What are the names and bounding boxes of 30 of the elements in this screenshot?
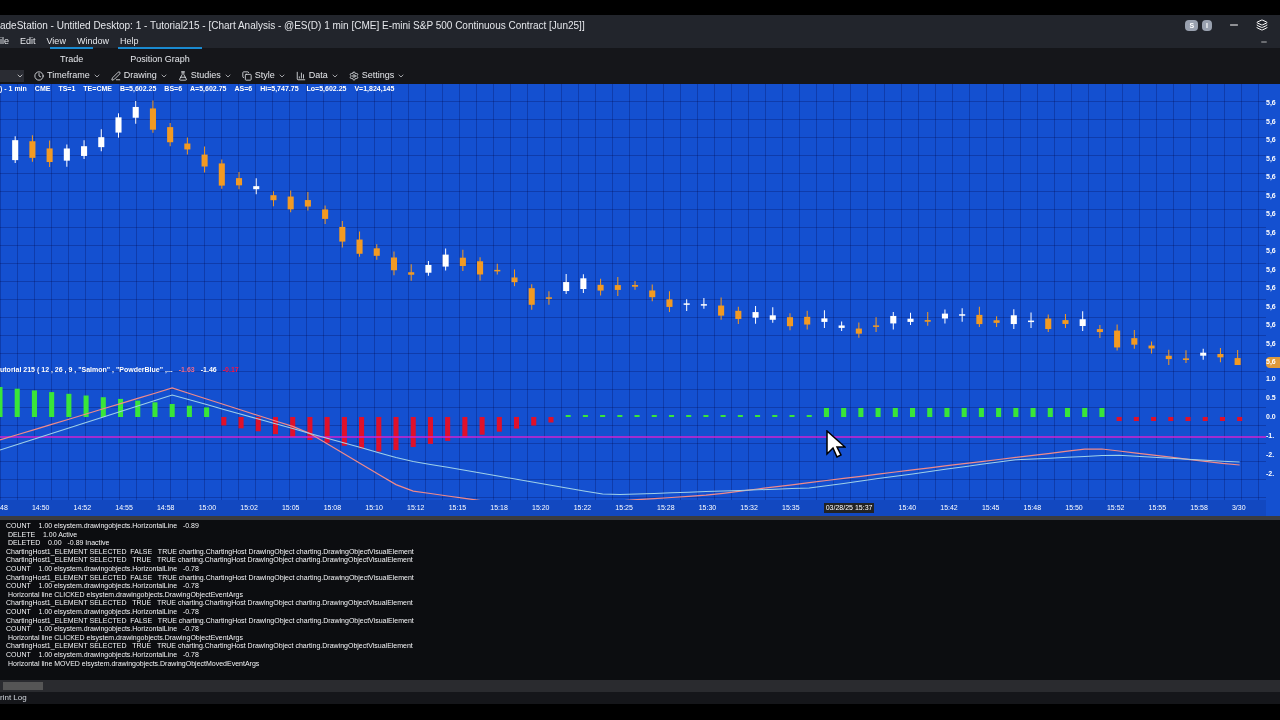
- chevron-down-icon: [397, 72, 406, 80]
- menu-item[interactable]: Edit: [20, 34, 36, 49]
- toolbar-button[interactable]: Timeframe: [34, 69, 101, 83]
- chevron-down-icon: [16, 72, 24, 80]
- menu-item[interactable]: Window: [76, 34, 109, 49]
- flask-icon: [177, 71, 188, 81]
- chevron-down-icon: [92, 72, 101, 80]
- toolbar-button[interactable]: Studies: [177, 69, 232, 83]
- chevron-down-icon: [159, 72, 168, 80]
- clock-icon: [34, 71, 44, 81]
- pencil-icon: [110, 71, 121, 81]
- menu-item[interactable]: ile: [0, 34, 9, 49]
- menu-item[interactable]: View: [46, 34, 66, 49]
- scrollbar-thumb[interactable]: [3, 682, 43, 690]
- tab[interactable]: Trade: [50, 46, 94, 66]
- toolbar-button[interactable]: Drawing: [110, 69, 168, 83]
- copy-icon: [241, 71, 252, 81]
- menu-item[interactable]: Help: [119, 34, 139, 49]
- settings-icon: [348, 71, 359, 81]
- bar-chart-icon: [295, 71, 306, 81]
- chevron-down-icon: [223, 72, 232, 80]
- tab[interactable]: Position Graph: [118, 46, 202, 66]
- chevron-down-icon: [330, 72, 339, 80]
- window-title: adeStation - Untitled Desktop: 1 - Tutorial215 - [Chart Analysis - @ES(D) 1 min [CME] E-mini S&P 500 Continuous Contract [Jun25]]: [0, 18, 585, 33]
- chevron-down-icon: [277, 72, 286, 80]
- toolbar-button[interactable]: Settings: [348, 69, 406, 83]
- cursor-arrow-icon: [826, 430, 846, 458]
- tab[interactable]: rint Log: [0, 692, 27, 704]
- toolbar-button[interactable]: Style: [241, 69, 286, 83]
- toolbar-button[interactable]: Data: [295, 69, 339, 83]
